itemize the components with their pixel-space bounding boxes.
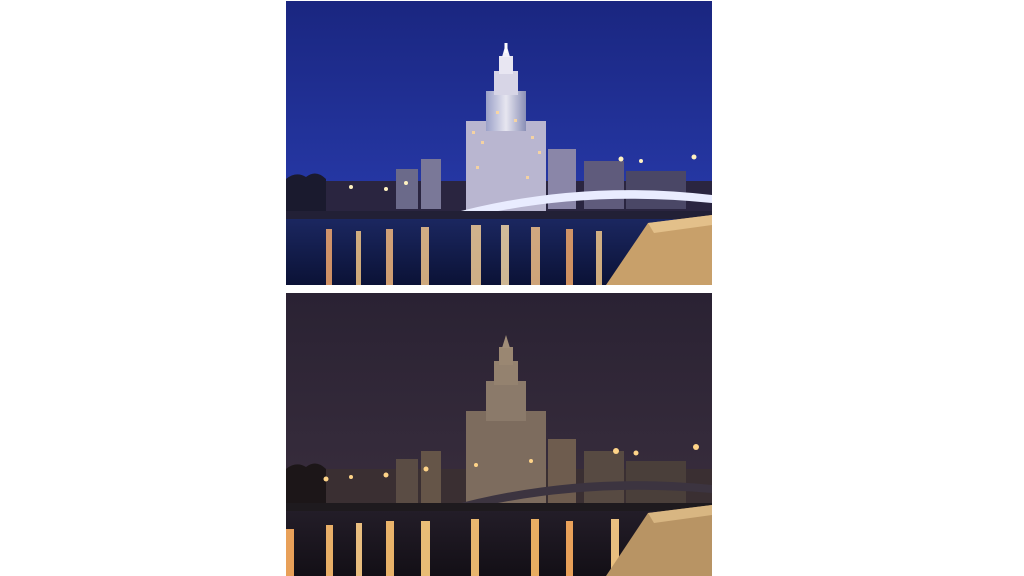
night-cityscape-lit-image — [286, 1, 712, 285]
night-cityscape-dark-image — [286, 293, 712, 576]
photo-lights-on — [286, 1, 712, 285]
photo-lights-off — [286, 293, 712, 576]
